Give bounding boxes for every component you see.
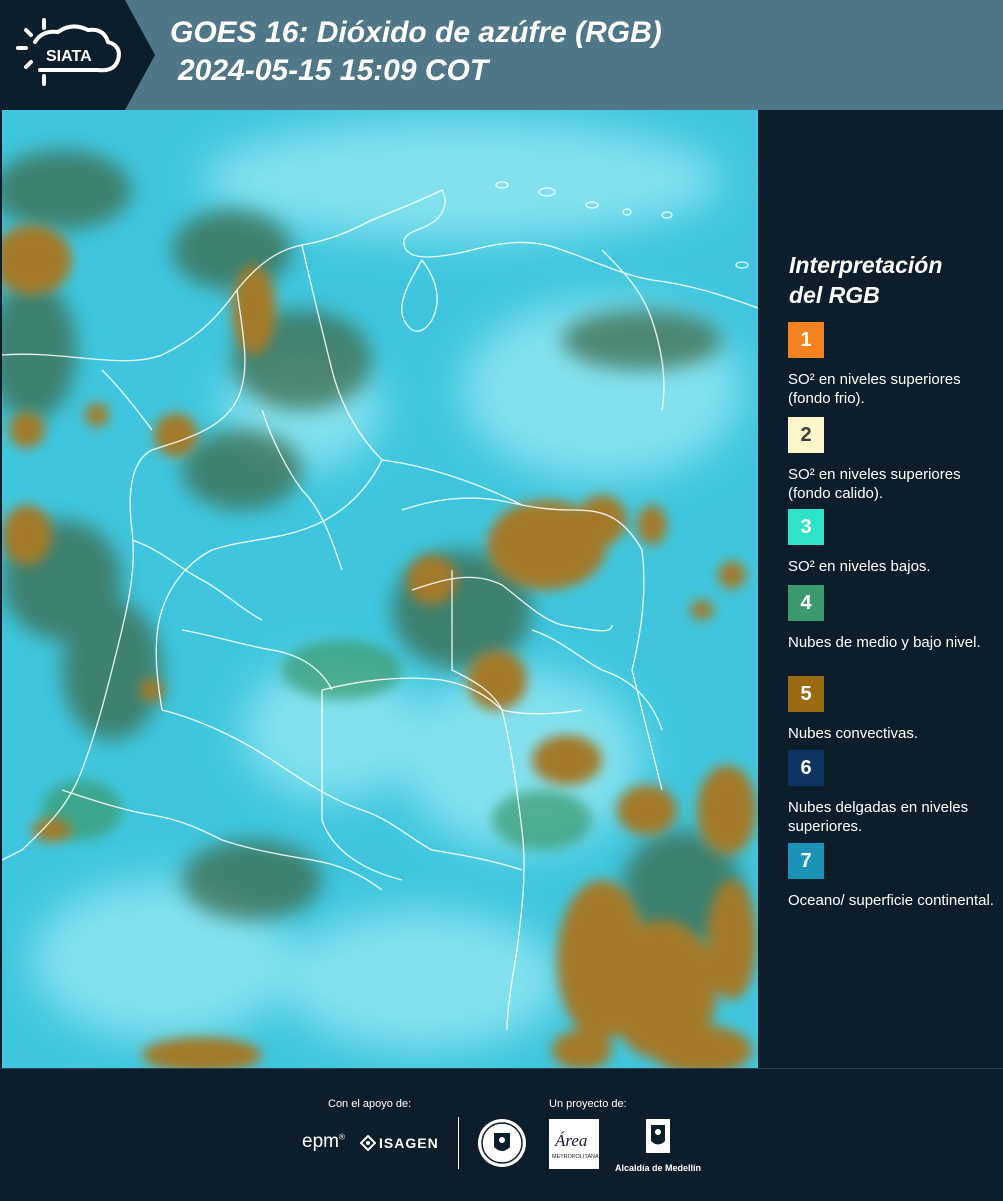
legend-number-6: 6 xyxy=(800,756,812,779)
legend-swatch-1: 1 xyxy=(788,322,824,358)
legend-swatch-2: 2 xyxy=(788,417,824,453)
legend-number-5: 5 xyxy=(800,682,812,705)
area-metropolitana-logo: Área METROPOLITANA xyxy=(549,1119,599,1169)
legend-item-2: 2 SO² en niveles superiores (fondo calid… xyxy=(788,417,998,503)
svg-text:SIATA: SIATA xyxy=(46,48,92,65)
svg-text:METROPOLITANA: METROPOLITANA xyxy=(552,1154,599,1160)
isagen-mark-icon xyxy=(360,1135,376,1151)
alcaldia-medellin-logo: Alcaldía de Medellín xyxy=(612,1117,704,1173)
epm-logo-text: epm xyxy=(302,1131,339,1152)
legend-swatch-7: 7 xyxy=(788,843,824,879)
legend-number-7: 7 xyxy=(800,849,812,872)
legend-label-3: SO² en niveles bajos. xyxy=(788,558,931,575)
epm-logo: epm® xyxy=(302,1131,345,1152)
legend-label-7: Oceano/ superficie continental. xyxy=(788,892,994,909)
legend-item-3: 3 SO² en niveles bajos. xyxy=(788,509,998,576)
project-label: Un proyecto de: xyxy=(549,1098,627,1110)
legend-number-2: 2 xyxy=(800,423,812,446)
legend-label-6: Nubes delgadas en niveles superiores. xyxy=(788,799,969,835)
legend-swatch-6: 6 xyxy=(788,750,824,786)
legend-item-4: 4 Nubes de medio y bajo nivel. xyxy=(788,585,998,652)
legend-number-1: 1 xyxy=(800,328,812,351)
isagen-logo-text: ISAGEN xyxy=(379,1135,439,1151)
legend-swatch-4: 4 xyxy=(788,585,824,621)
legend-panel: Interpretación del RGB 1 SO² en niveles … xyxy=(760,110,1003,1068)
legend-title-line1: Interpretación xyxy=(789,252,943,278)
siata-logo: SIATA xyxy=(0,0,155,110)
legend-item-6: 6 Nubes delgadas en niveles superiores. xyxy=(788,750,998,836)
footer-bar: Con el apoyo de: Un proyecto de: epm® IS… xyxy=(0,1068,1003,1201)
legend-label-2: SO² en niveles superiores (fondo calido)… xyxy=(788,466,961,502)
isagen-logo: ISAGEN xyxy=(360,1135,439,1151)
title-line-datetime: 2024-05-15 15:09 COT xyxy=(178,54,489,87)
support-label: Con el apoyo de: xyxy=(328,1098,412,1110)
legend-item-7: 7 Oceano/ superficie continental. xyxy=(788,843,998,910)
title-line-product: GOES 16: Dióxido de azúfre (RGB) xyxy=(170,16,662,49)
header-bar: SIATA GOES 16: Dióxido de azúfre (RGB) 2… xyxy=(0,0,1003,110)
legend-label-1: SO² en niveles superiores (fondo frio). xyxy=(788,371,961,407)
footer-divider xyxy=(458,1117,459,1169)
legend-title-line2: del RGB xyxy=(789,282,880,308)
medellin-seal-logo xyxy=(476,1117,528,1174)
satellite-map xyxy=(2,110,758,1068)
alcaldia-logo-text: Alcaldía de Medellín xyxy=(614,1163,702,1173)
legend-label-4: Nubes de medio y bajo nivel. xyxy=(788,634,981,651)
svg-text:Área: Área xyxy=(554,1131,587,1150)
legend-number-3: 3 xyxy=(800,515,812,538)
page-title: GOES 16: Dióxido de azúfre (RGB) 2024-05… xyxy=(170,14,662,90)
legend-item-5: 5 Nubes convectivas. xyxy=(788,676,998,743)
legend-label-5: Nubes convectivas. xyxy=(788,725,919,742)
legend-swatch-3: 3 xyxy=(788,509,824,545)
city-crest-icon xyxy=(646,1119,670,1153)
legend-number-4: 4 xyxy=(800,591,812,614)
legend-swatch-5: 5 xyxy=(788,676,824,712)
legend-item-1: 1 SO² en niveles superiores (fondo frio)… xyxy=(788,322,998,408)
legend-title: Interpretación del RGB xyxy=(789,250,942,310)
